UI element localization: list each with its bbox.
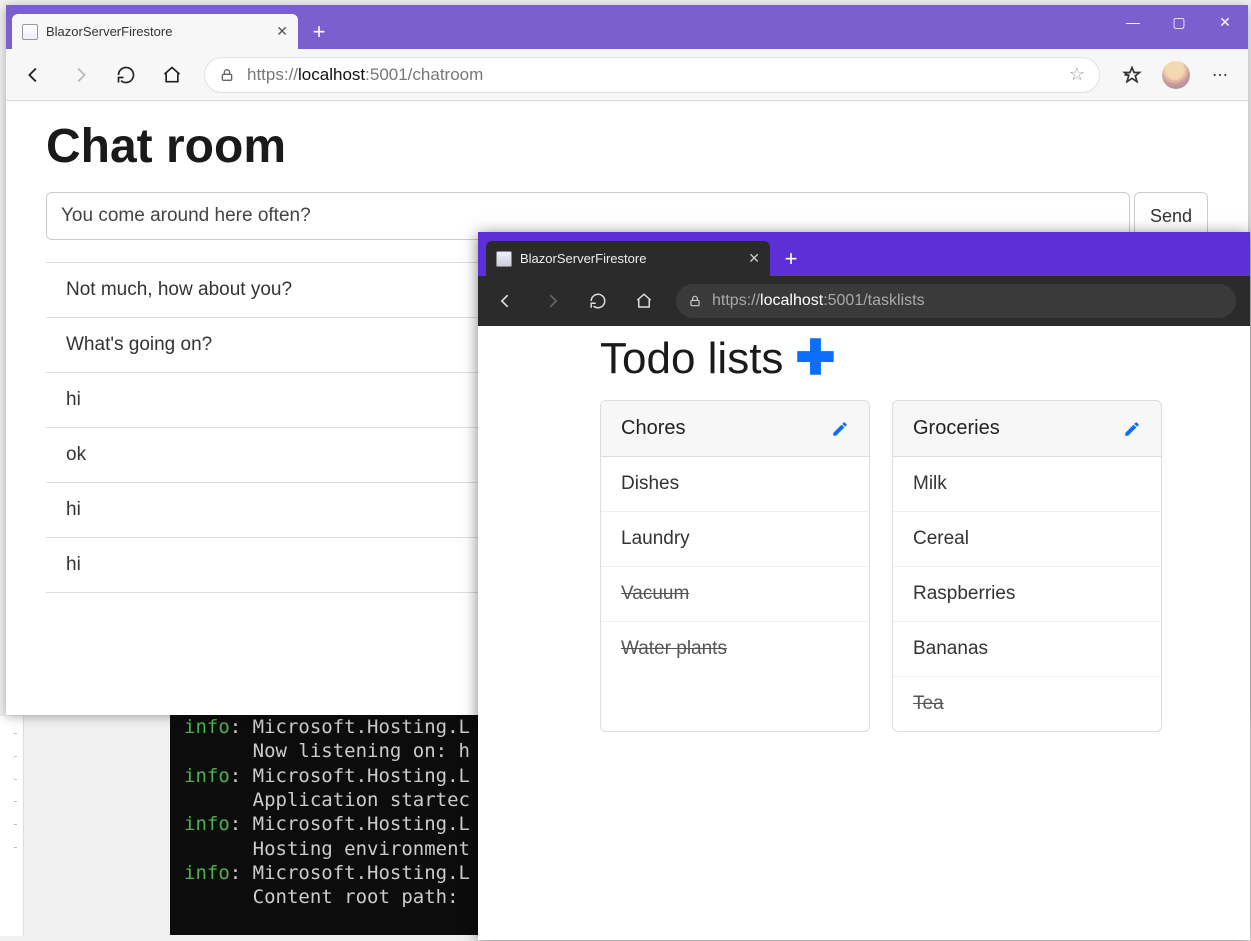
new-tab-button[interactable]: + <box>774 242 808 276</box>
profile-avatar[interactable] <box>1162 61 1190 89</box>
home-button[interactable] <box>630 287 658 315</box>
edit-list-icon[interactable] <box>1123 420 1141 438</box>
close-tab-icon[interactable]: ✕ <box>276 23 288 40</box>
back-button[interactable] <box>492 287 520 315</box>
favicon-icon <box>496 251 512 267</box>
url-text: https://localhost:5001/tasklists <box>712 292 925 310</box>
task-lists-container: Chores DishesLaundryVacuumWater plants Gro… <box>600 400 1250 732</box>
browser-tab[interactable]: BlazorServerFirestore ✕ <box>486 241 770 276</box>
refresh-button[interactable] <box>584 287 612 315</box>
task-list-name: Chores <box>621 417 685 440</box>
task-item[interactable]: Vacuum <box>601 567 869 622</box>
editor-gutter: ------ <box>0 716 24 936</box>
window-controls: — ▢ ✕ <box>1110 5 1248 39</box>
task-item[interactable]: Raspberries <box>893 567 1161 622</box>
favicon-icon <box>22 24 38 40</box>
close-tab-icon[interactable]: ✕ <box>748 250 760 267</box>
browser-tab[interactable]: BlazorServerFirestore ✕ <box>12 14 298 49</box>
url-text: https://localhost:5001/chatroom <box>247 65 483 85</box>
browser-toolbar: https://localhost:5001/tasklists <box>478 276 1250 326</box>
tab-title: BlazorServerFirestore <box>46 24 268 39</box>
forward-button[interactable] <box>538 287 566 315</box>
new-tab-button[interactable]: + <box>302 15 336 49</box>
favorite-icon[interactable]: ☆ <box>1069 64 1085 85</box>
lock-icon <box>688 294 702 308</box>
task-item[interactable]: Tea <box>893 677 1161 731</box>
task-list: Chores DishesLaundryVacuumWater plants <box>600 400 870 732</box>
page-content-todo: Todo lists ✚ Chores DishesLaundryVacuumWa… <box>478 326 1250 732</box>
page-title: Todo lists ✚ <box>600 334 1250 384</box>
collections-icon[interactable] <box>1118 61 1146 89</box>
forward-button[interactable] <box>66 61 94 89</box>
minimize-button[interactable]: — <box>1110 5 1156 39</box>
tab-title: BlazorServerFirestore <box>520 251 740 266</box>
add-list-button[interactable]: ✚ <box>795 342 835 376</box>
task-list-header: Groceries <box>893 401 1161 457</box>
task-item[interactable]: Dishes <box>601 457 869 512</box>
browser-window-todo: BlazorServerFirestore ✕ + https://localh… <box>478 232 1250 940</box>
address-bar[interactable]: https://localhost:5001/chatroom ☆ <box>204 57 1100 93</box>
home-button[interactable] <box>158 61 186 89</box>
refresh-button[interactable] <box>112 61 140 89</box>
browser-toolbar: https://localhost:5001/chatroom ☆ ⋯ <box>6 49 1248 101</box>
maximize-button[interactable]: ▢ <box>1156 5 1202 39</box>
task-item[interactable]: Bananas <box>893 622 1161 677</box>
titlebar: BlazorServerFirestore ✕ + — ▢ ✕ <box>6 5 1248 49</box>
close-window-button[interactable]: ✕ <box>1202 5 1248 39</box>
lock-icon <box>219 67 235 83</box>
task-item[interactable]: Milk <box>893 457 1161 512</box>
titlebar: BlazorServerFirestore ✕ + <box>478 232 1250 276</box>
task-list-header: Chores <box>601 401 869 457</box>
back-button[interactable] <box>20 61 48 89</box>
task-list-name: Groceries <box>913 417 1000 440</box>
task-item[interactable]: Cereal <box>893 512 1161 567</box>
address-bar[interactable]: https://localhost:5001/tasklists <box>676 284 1236 318</box>
page-title: Chat room <box>46 119 1208 174</box>
task-list: Groceries MilkCerealRaspberriesBananasTea <box>892 400 1162 732</box>
edit-list-icon[interactable] <box>831 420 849 438</box>
task-item[interactable]: Laundry <box>601 512 869 567</box>
more-menu-icon[interactable]: ⋯ <box>1206 61 1234 89</box>
task-item[interactable]: Water plants <box>601 622 869 676</box>
